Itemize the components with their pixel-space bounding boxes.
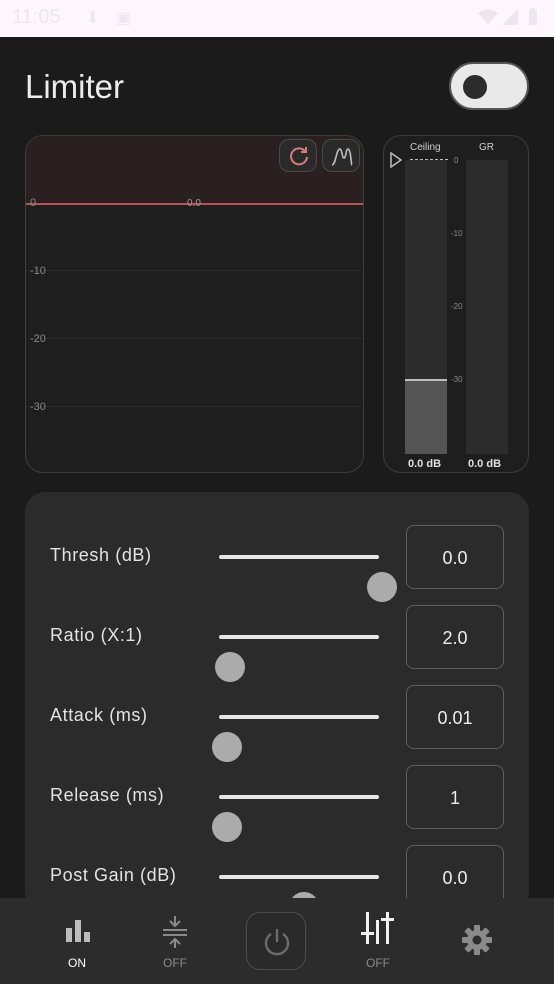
thresh-slider[interactable] xyxy=(219,555,397,602)
level-meters: Ceiling GR 0 -10 -20 -30 0.0 dB 0.0 dB xyxy=(383,135,529,473)
notification-icon: ▣ xyxy=(116,10,132,27)
slider-thumb[interactable] xyxy=(367,572,397,602)
ratio-value-field[interactable]: 2.0 xyxy=(406,605,504,669)
power-icon xyxy=(264,929,290,956)
grid-line xyxy=(26,406,363,407)
bottom-nav: ON OFF OFF xyxy=(0,898,554,984)
slider-thumb[interactable] xyxy=(214,652,245,682)
release-value-field[interactable]: 1 xyxy=(406,765,504,829)
ceiling-meter-fill xyxy=(405,378,447,454)
limiter-enable-toggle[interactable] xyxy=(449,62,529,110)
param-row-attack: Attack (ms) 0.01 xyxy=(25,685,529,762)
scale-label: -30 xyxy=(451,375,463,384)
thresh-value-field[interactable]: 0.0 xyxy=(406,525,504,589)
curve-icon xyxy=(331,148,353,166)
scale-label: 0 xyxy=(454,156,459,165)
nav-mixer[interactable]: OFF xyxy=(328,898,428,984)
status-bar: 11:05 ⬇ ▣ xyxy=(0,0,554,37)
scale-label: -20 xyxy=(451,302,463,311)
y-label: -20 xyxy=(30,333,46,345)
param-label: Post Gain (dB) xyxy=(50,865,177,885)
gr-meter xyxy=(466,160,508,454)
nav-eq[interactable]: ON xyxy=(27,898,127,984)
nav-eq-label: ON xyxy=(68,956,86,970)
grid-line xyxy=(26,270,363,271)
gr-header: GR xyxy=(479,142,494,153)
ceiling-handle-icon[interactable] xyxy=(389,152,403,168)
gear-icon xyxy=(462,925,492,955)
gr-value: 0.0 dB xyxy=(468,458,502,470)
grid-line xyxy=(26,338,363,339)
sliders-icon xyxy=(361,912,394,944)
limiter-graph: 0 -10 -20 -30 0.0 xyxy=(25,135,364,473)
scale-label: -10 xyxy=(451,229,463,238)
ceiling-header: Ceiling xyxy=(410,142,441,153)
nav-compressor[interactable]: OFF xyxy=(125,898,225,984)
param-label: Ratio (X:1) xyxy=(50,625,143,645)
y-label: -30 xyxy=(30,401,46,413)
power-button[interactable] xyxy=(246,912,306,970)
status-time: 11:05 xyxy=(12,6,61,28)
bar-chart-icon xyxy=(66,920,90,942)
param-row-release: Release (ms) 1 xyxy=(25,765,529,842)
param-label: Attack (ms) xyxy=(50,705,148,725)
reset-button[interactable] xyxy=(279,139,317,172)
compress-icon xyxy=(163,916,187,948)
nav-mixer-label: OFF xyxy=(366,956,390,970)
nav-settings[interactable] xyxy=(427,898,527,984)
parameters-panel: Thresh (dB) 0.0 Ratio (X:1) 2.0 Attack (… xyxy=(25,492,529,922)
ceiling-meter xyxy=(405,160,447,454)
param-row-thresh: Thresh (dB) 0.0 xyxy=(25,525,529,602)
reset-icon xyxy=(290,147,308,166)
ratio-slider[interactable] xyxy=(214,635,379,682)
param-row-ratio: Ratio (X:1) 2.0 xyxy=(25,605,529,682)
download-icon: ⬇ xyxy=(86,10,100,27)
page-title: Limiter xyxy=(25,68,125,105)
slider-thumb[interactable] xyxy=(211,812,242,842)
toggle-knob xyxy=(463,75,487,99)
wifi-icon xyxy=(478,9,498,24)
signal-icon xyxy=(502,9,518,25)
y-label: 0 xyxy=(30,197,37,209)
release-slider[interactable] xyxy=(211,795,379,842)
post-gain-slider[interactable] xyxy=(219,875,379,922)
param-label: Release (ms) xyxy=(50,785,165,805)
curve-view-button[interactable] xyxy=(322,139,360,172)
battery-icon xyxy=(529,8,537,25)
attack-value-field[interactable]: 0.01 xyxy=(406,685,504,749)
attack-slider[interactable] xyxy=(211,715,379,762)
y-label: -10 xyxy=(30,265,46,277)
param-label: Thresh (dB) xyxy=(50,545,152,565)
ceiling-value: 0.0 dB xyxy=(408,458,442,470)
slider-thumb[interactable] xyxy=(211,732,242,762)
threshold-label: 0.0 xyxy=(187,198,201,209)
nav-compressor-label: OFF xyxy=(163,956,187,970)
